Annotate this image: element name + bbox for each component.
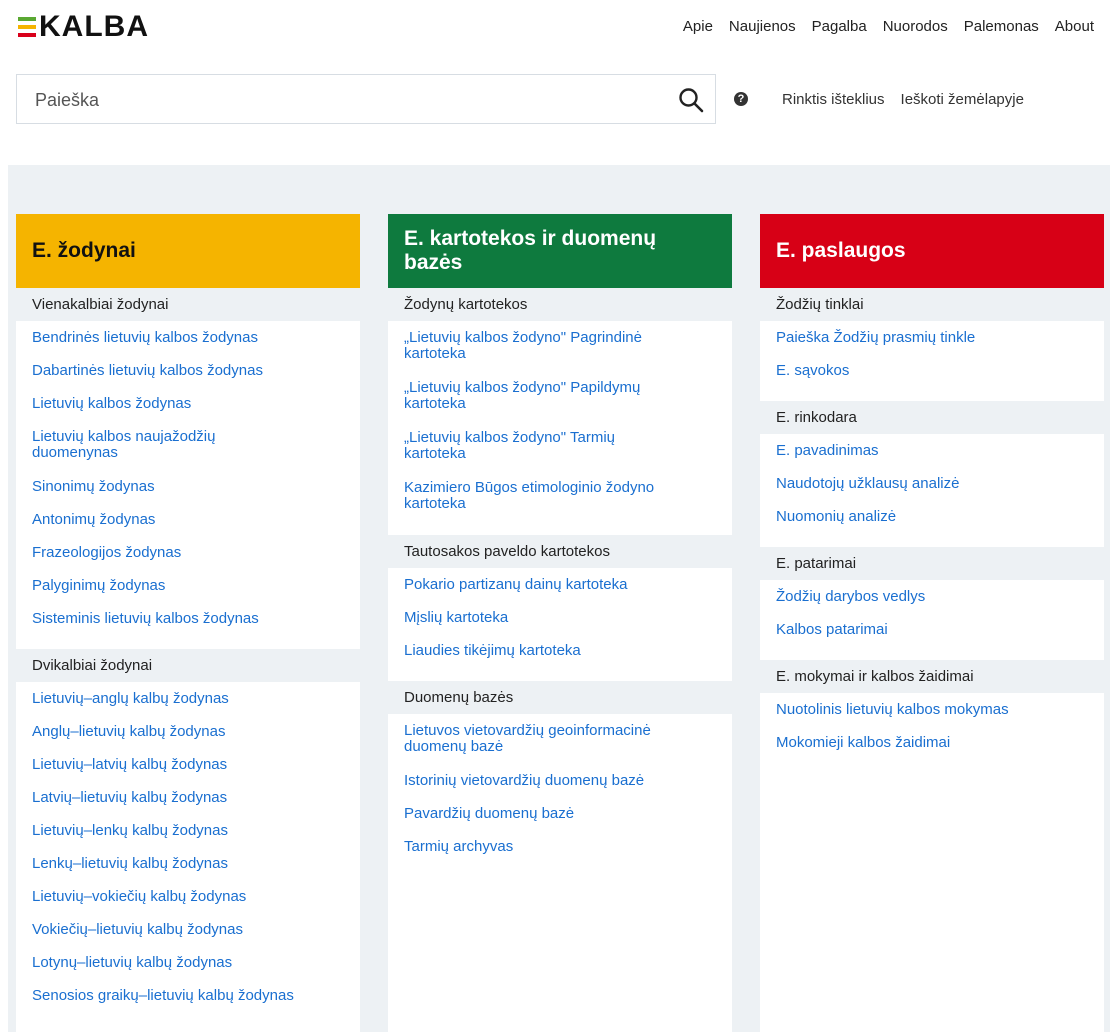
section-title: Žodynų kartotekos xyxy=(388,288,732,321)
list-item-link[interactable]: Istorinių vietovardžių duomenų bazė xyxy=(388,773,732,789)
list-item-link[interactable]: Lenkų–lietuvių kalbų žodynas xyxy=(16,856,360,872)
section-list: Bendrinės lietuvių kalbos žodynas Dabart… xyxy=(16,321,360,649)
list-item-link[interactable]: Kalbos patarimai xyxy=(760,622,1104,638)
nav-naujienos[interactable]: Naujienos xyxy=(729,18,796,35)
list-item-link[interactable]: Antonimų žodynas xyxy=(16,512,360,528)
search-input[interactable] xyxy=(33,75,657,125)
section-list: Lietuvių–anglų kalbų žodynas Anglų–lietu… xyxy=(16,682,360,1026)
section-list: Žodžių darybos vedlys Kalbos patarimai xyxy=(760,580,1104,660)
list-item-link[interactable]: Lietuvių–latvių kalbų žodynas xyxy=(16,757,360,773)
section-list: Nuotolinis lietuvių kalbos mokymas Mokom… xyxy=(760,693,1104,773)
section-title: Vienakalbiai žodynai xyxy=(16,288,360,321)
list-item-link[interactable]: Liaudies tikėjimų kartoteka xyxy=(388,643,732,659)
help-icon[interactable]: ? xyxy=(734,92,748,106)
section-title: Žodžių tinklai xyxy=(760,288,1104,321)
list-item-link[interactable]: Senosios graikų–lietuvių kalbų žodynas xyxy=(16,988,360,1004)
list-item-link[interactable]: Lietuvių–vokiečių kalbų žodynas xyxy=(16,889,360,905)
column-title: E. paslaugos xyxy=(760,214,1104,288)
site-header: KALBA Apie Naujienos Pagalba Nuorodos Pa… xyxy=(0,0,1110,60)
list-item-link[interactable]: „Lietuvių kalbos žodyno" Pagrindinė kart… xyxy=(388,330,710,363)
section-title: E. patarimai xyxy=(760,547,1104,580)
list-item-link[interactable]: Pokario partizanų dainų kartoteka xyxy=(388,577,732,593)
column-title: E. kartotekos ir duomenų bazės xyxy=(388,214,732,288)
nav-palemonas[interactable]: Palemonas xyxy=(964,18,1039,35)
search-links: Rinktis išteklius Ieškoti žemėlapyje xyxy=(782,91,1024,108)
list-item-link[interactable]: Sisteminis lietuvių kalbos žodynas xyxy=(16,611,360,627)
section-list: Paieška Žodžių prasmių tinkle E. sąvokos xyxy=(760,321,1104,401)
list-item-link[interactable]: Nuomonių analizė xyxy=(760,509,1104,525)
list-item-link[interactable]: Sinonimų žodynas xyxy=(16,479,360,495)
section-title: Dvikalbiai žodynai xyxy=(16,649,360,682)
list-item-link[interactable]: Vokiečių–lietuvių kalbų žodynas xyxy=(16,922,360,938)
section-title: E. rinkodara xyxy=(760,401,1104,434)
logo-e-mark-icon xyxy=(18,16,36,38)
list-item-link[interactable]: Kazimiero Būgos etimologinio žodyno kart… xyxy=(388,480,720,513)
list-item-link[interactable]: E. pavadinimas xyxy=(760,443,1104,459)
list-item-link[interactable]: Mokomieji kalbos žaidimai xyxy=(760,735,1104,751)
list-item-link[interactable]: Lotynų–lietuvių kalbų žodynas xyxy=(16,955,360,971)
choose-resources-link[interactable]: Rinktis išteklius xyxy=(782,91,885,108)
list-item-link[interactable]: Frazeologijos žodynas xyxy=(16,545,360,561)
list-item-link[interactable]: Bendrinės lietuvių kalbos žodynas xyxy=(16,330,360,346)
section-title: Tautosakos paveldo kartotekos xyxy=(388,535,732,568)
top-nav: Apie Naujienos Pagalba Nuorodos Palemona… xyxy=(683,18,1094,35)
section-title: Duomenų bazės xyxy=(388,681,732,714)
list-item-link[interactable]: „Lietuvių kalbos žodyno" Tarmių kartotek… xyxy=(388,430,675,463)
search-map-link[interactable]: Ieškoti žemėlapyje xyxy=(901,91,1024,108)
list-item-link[interactable]: Žodžių darybos vedlys xyxy=(760,589,1104,605)
section-list: Lietuvos vietovardžių geoinformacinė duo… xyxy=(388,714,732,877)
logo-text: KALBA xyxy=(39,10,149,43)
nav-nuorodos[interactable]: Nuorodos xyxy=(883,18,948,35)
list-item-link[interactable]: Lietuvių–lenkų kalbų žodynas xyxy=(16,823,360,839)
list-item-link[interactable]: Mįslių kartoteka xyxy=(388,610,732,626)
list-item-link[interactable]: „Lietuvių kalbos žodyno" Papildymų karto… xyxy=(388,380,710,413)
nav-about[interactable]: About xyxy=(1055,18,1094,35)
list-item-link[interactable]: Lietuvių kalbos žodynas xyxy=(16,396,360,412)
nav-apie[interactable]: Apie xyxy=(683,18,713,35)
list-item-link[interactable]: Nuotolinis lietuvių kalbos mokymas xyxy=(760,702,1104,718)
section-list: „Lietuvių kalbos žodyno" Pagrindinė kart… xyxy=(388,321,732,535)
list-item-link[interactable]: Lietuvos vietovardžių geoinformacinė duo… xyxy=(388,723,710,756)
nav-pagalba[interactable]: Pagalba xyxy=(812,18,867,35)
column-title: E. žodynai xyxy=(16,214,360,288)
column-e-paslaugos: E. paslaugos Žodžių tinklai Paieška Žodž… xyxy=(760,214,1104,1032)
list-item-link[interactable]: Lietuvių kalbos naujažodžių duomenynas xyxy=(16,429,278,462)
list-item-link[interactable]: Tarmių archyvas xyxy=(388,839,732,855)
search-box xyxy=(16,74,716,125)
list-item-link[interactable]: Lietuvių–anglų kalbų žodynas xyxy=(16,691,360,707)
search-icon[interactable] xyxy=(677,86,705,114)
section-list: Pokario partizanų dainų kartoteka Mįslių… xyxy=(388,568,732,681)
list-item-link[interactable]: Naudotojų užklausų analizė xyxy=(760,476,1104,492)
section-list: E. pavadinimas Naudotojų užklausų analiz… xyxy=(760,434,1104,547)
list-item-link[interactable]: Latvių–lietuvių kalbų žodynas xyxy=(16,790,360,806)
ekalba-logo[interactable]: KALBA xyxy=(18,10,149,44)
list-item-link[interactable]: Pavardžių duomenų bazė xyxy=(388,806,732,822)
list-item-link[interactable]: Dabartinės lietuvių kalbos žodynas xyxy=(16,363,360,379)
list-item-link[interactable]: Paieška Žodžių prasmių tinkle xyxy=(760,330,1104,346)
column-e-kartotekos: E. kartotekos ir duomenų bazės Žodynų ka… xyxy=(388,214,732,1032)
column-e-zodynai: E. žodynai Vienakalbiai žodynai Bendrinė… xyxy=(16,214,360,1032)
list-item-link[interactable]: Palyginimų žodynas xyxy=(16,578,360,594)
section-title: E. mokymai ir kalbos žaidimai xyxy=(760,660,1104,693)
list-item-link[interactable]: Anglų–lietuvių kalbų žodynas xyxy=(16,724,360,740)
list-item-link[interactable]: E. sąvokos xyxy=(760,363,1104,379)
